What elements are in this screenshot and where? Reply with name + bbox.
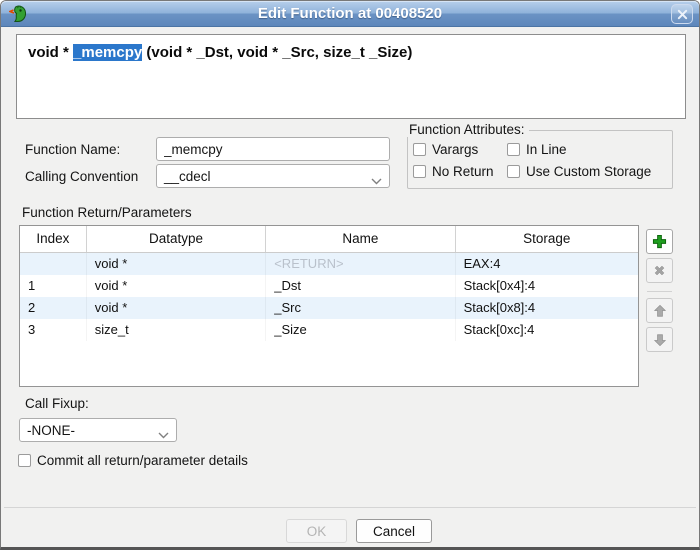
- checkbox-icon[interactable]: [18, 454, 31, 467]
- call-fixup-label: Call Fixup:: [25, 396, 89, 411]
- header-cell-storage: Storage: [456, 226, 638, 252]
- checkbox-icon[interactable]: [413, 143, 426, 156]
- delete-icon: [653, 264, 666, 277]
- close-icon: [677, 9, 688, 20]
- table-row[interactable]: 2 void * _Src Stack[0x8]:4: [20, 297, 638, 319]
- calling-convention-value: __cdecl: [164, 169, 211, 184]
- cancel-button[interactable]: Cancel: [356, 519, 432, 543]
- parameters-section-label: Function Return/Parameters: [22, 205, 192, 220]
- header-cell-name: Name: [266, 226, 455, 252]
- footer-separator: [4, 507, 696, 508]
- function-attributes-group: Varargs In Line No Return Use Custom Sto…: [407, 130, 673, 189]
- signature-suffix: (void * _Dst, void * _Src, size_t _Size): [142, 44, 412, 61]
- parameters-table: Index Datatype Name Storage void * <RETU…: [19, 225, 639, 387]
- close-button[interactable]: [671, 4, 693, 24]
- commit-checkbox[interactable]: Commit all return/parameter details: [18, 453, 248, 468]
- cell-index[interactable]: 3: [20, 319, 87, 341]
- checkbox-icon[interactable]: [507, 165, 520, 178]
- move-up-button[interactable]: [646, 298, 673, 323]
- signature-prefix: void *: [28, 44, 73, 61]
- chevron-down-icon: [371, 173, 382, 188]
- checkbox-varargs-label: Varargs: [432, 142, 478, 157]
- checkbox-icon[interactable]: [507, 143, 520, 156]
- ok-button[interactable]: OK: [286, 519, 347, 543]
- function-name-label: Function Name:: [25, 142, 120, 157]
- button-separator: [647, 291, 672, 292]
- edit-function-dialog: Edit Function at 00408520 void * _memcpy…: [0, 0, 700, 550]
- table-row[interactable]: void * <RETURN> EAX:4: [20, 253, 638, 275]
- calling-convention-label: Calling Convention: [25, 169, 138, 184]
- cell-storage[interactable]: Stack[0x8]:4: [456, 297, 638, 319]
- header-cell-datatype: Datatype: [87, 226, 266, 252]
- checkbox-icon[interactable]: [413, 165, 426, 178]
- checkbox-no-return[interactable]: No Return: [413, 164, 507, 179]
- arrow-up-icon: [653, 304, 667, 318]
- cell-storage[interactable]: EAX:4: [456, 253, 638, 275]
- cell-index[interactable]: [20, 253, 87, 275]
- plus-icon: [652, 234, 667, 249]
- checkbox-use-custom-storage-label: Use Custom Storage: [526, 164, 651, 179]
- table-row[interactable]: 3 size_t _Size Stack[0xc]:4: [20, 319, 638, 341]
- delete-parameter-button[interactable]: [646, 258, 673, 283]
- call-fixup-value: -NONE-: [27, 423, 75, 438]
- checkbox-varargs[interactable]: Varargs: [413, 142, 507, 157]
- cell-name[interactable]: <RETURN>: [266, 253, 455, 275]
- cell-storage[interactable]: Stack[0xc]:4: [456, 319, 638, 341]
- cell-datatype[interactable]: size_t: [87, 319, 266, 341]
- checkbox-no-return-label: No Return: [432, 164, 494, 179]
- signature-selected-text: _memcpy: [73, 44, 142, 61]
- calling-convention-select[interactable]: __cdecl: [156, 164, 390, 188]
- commit-checkbox-label: Commit all return/parameter details: [37, 453, 248, 468]
- add-parameter-button[interactable]: [646, 229, 673, 254]
- table-header: Index Datatype Name Storage: [20, 226, 638, 253]
- window-title: Edit Function at 00408520: [1, 5, 699, 22]
- cell-datatype[interactable]: void *: [87, 275, 266, 297]
- cell-name[interactable]: _Src: [266, 297, 455, 319]
- move-down-button[interactable]: [646, 327, 673, 352]
- call-fixup-select[interactable]: -NONE-: [19, 418, 177, 442]
- chevron-down-icon: [158, 427, 169, 442]
- checkbox-inline[interactable]: In Line: [507, 142, 567, 157]
- cell-name[interactable]: _Dst: [266, 275, 455, 297]
- cell-storage[interactable]: Stack[0x4]:4: [456, 275, 638, 297]
- header-cell-index: Index: [20, 226, 87, 252]
- checkbox-use-custom-storage[interactable]: Use Custom Storage: [507, 164, 651, 179]
- table-row[interactable]: 1 void * _Dst Stack[0x4]:4: [20, 275, 638, 297]
- cell-name[interactable]: _Size: [266, 319, 455, 341]
- function-name-input[interactable]: [156, 137, 390, 161]
- checkbox-inline-label: In Line: [526, 142, 567, 157]
- arrow-down-icon: [653, 333, 667, 347]
- function-signature-editor[interactable]: void * _memcpy (void * _Dst, void * _Src…: [16, 34, 686, 119]
- cell-index[interactable]: 1: [20, 275, 87, 297]
- titlebar[interactable]: Edit Function at 00408520: [1, 1, 699, 27]
- cell-datatype[interactable]: void *: [87, 297, 266, 319]
- cell-datatype[interactable]: void *: [87, 253, 266, 275]
- function-attributes-legend: Function Attributes:: [405, 122, 529, 137]
- cell-index[interactable]: 2: [20, 297, 87, 319]
